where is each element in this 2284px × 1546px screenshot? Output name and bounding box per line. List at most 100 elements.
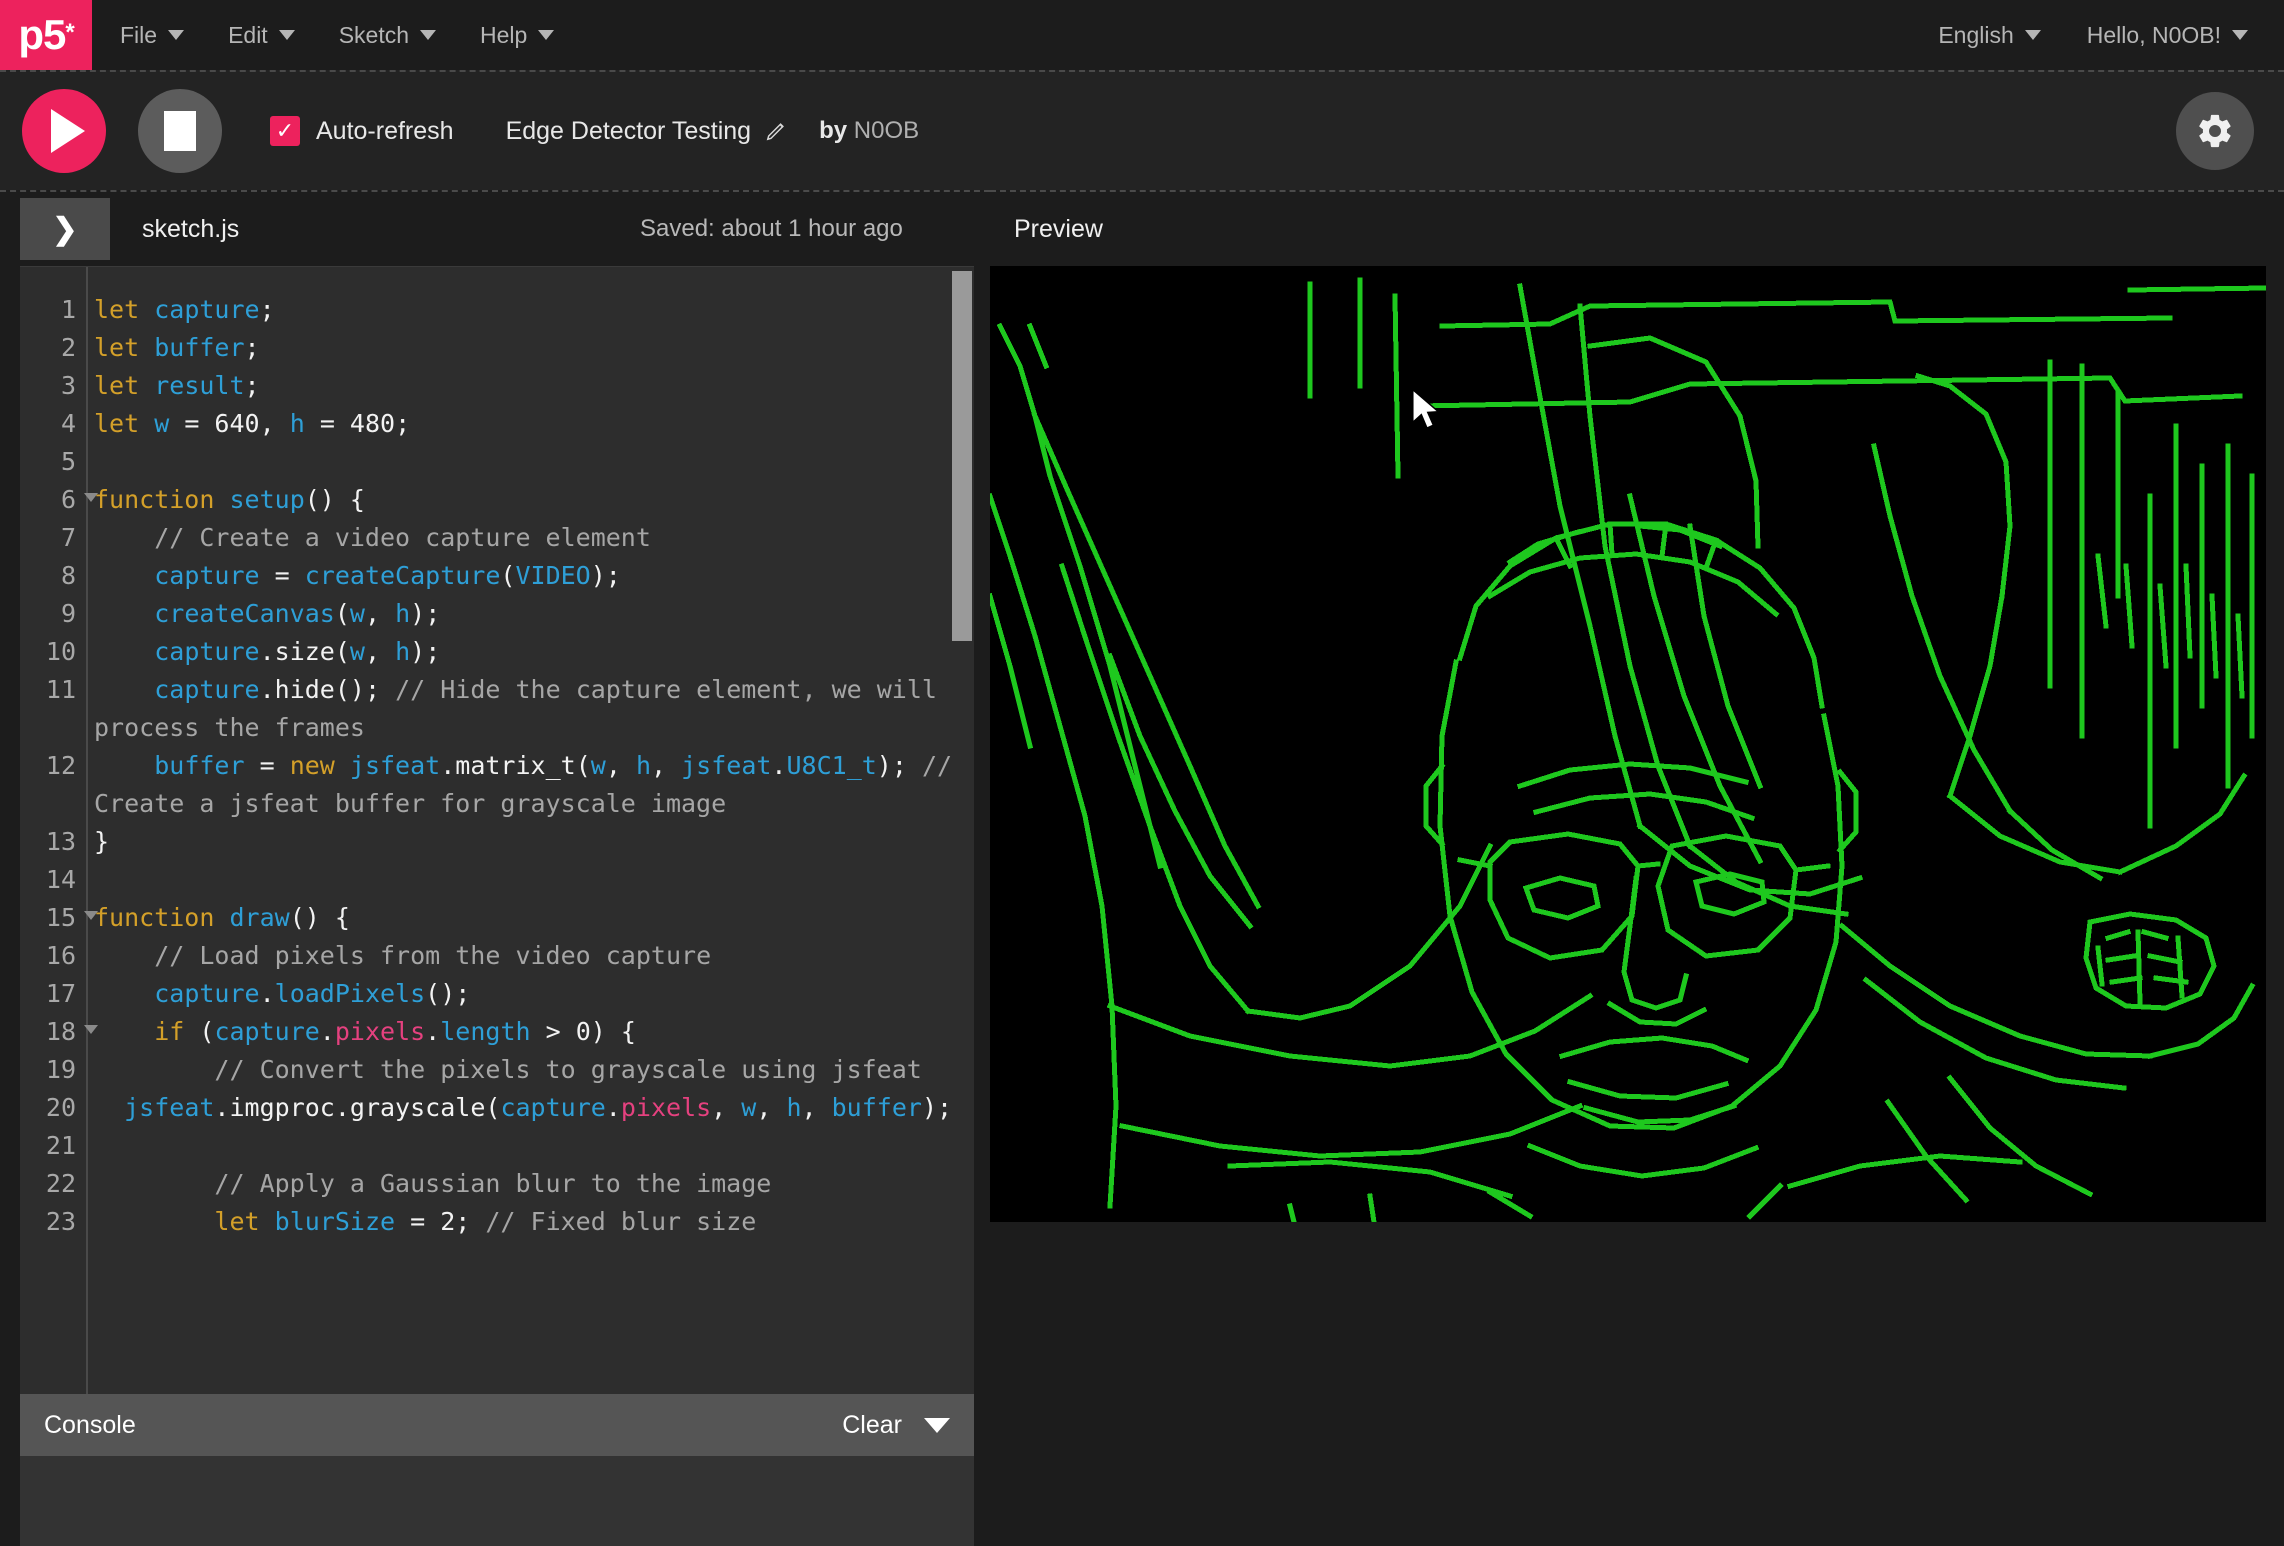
code-line: // Apply a Gaussian blur to the image: [214, 1169, 772, 1198]
code-fold-icon[interactable]: [84, 911, 98, 920]
line-number: 4: [60, 409, 76, 438]
account-label: Hello, N0OB!: [2086, 21, 2221, 48]
editor-scrollbar[interactable]: [952, 269, 972, 1392]
code-line: // Load pixels from the video capture: [154, 941, 712, 970]
save-status: Saved: about 1 hour ago: [640, 215, 903, 242]
chevron-down-icon: [538, 30, 555, 40]
gear-icon: [2199, 114, 2231, 148]
code-line: let result;: [94, 371, 260, 400]
logo-star: *: [65, 19, 74, 46]
nav-item-file[interactable]: File: [120, 21, 185, 49]
code-line: capture = createCapture(VIDEO);: [154, 561, 621, 590]
line-number: 22: [45, 1169, 76, 1198]
line-number: 9: [60, 599, 76, 628]
line-number: 16: [45, 941, 76, 970]
p5-logo[interactable]: p5 *: [0, 0, 92, 70]
code-line: function draw() {: [94, 903, 350, 932]
preview-pane: Preview: [990, 190, 2284, 1546]
chevron-down-icon: [2232, 30, 2248, 40]
code-fold-icon[interactable]: [84, 1025, 98, 1034]
line-number: 23: [45, 1207, 76, 1236]
console-header: Console Clear: [20, 1394, 974, 1456]
line-number: 17: [45, 979, 76, 1008]
nav-item-label: Sketch: [338, 21, 410, 48]
line-number: 21: [45, 1131, 76, 1160]
editor-scrollbar-thumb[interactable]: [952, 271, 972, 641]
code-line: }: [94, 827, 110, 856]
top-navigation-bar: p5 * File Edit Sketch Help English Hello,…: [0, 0, 2284, 70]
account-menu[interactable]: Hello, N0OB!: [2087, 22, 2248, 49]
code-line: let buffer;: [94, 333, 260, 362]
line-number: 18: [20, 1013, 98, 1051]
code-line: let capture;: [94, 295, 275, 324]
settings-button[interactable]: [2176, 92, 2254, 170]
mouse-pointer-icon: [1410, 388, 1444, 434]
auto-refresh-checkbox[interactable]: ✓: [270, 116, 300, 146]
line-number: 12: [45, 751, 76, 780]
nav-menu: File Edit Sketch Help: [92, 0, 555, 70]
nav-right-group: English Hello, N0OB!: [1938, 0, 2284, 70]
console-output: [20, 1456, 974, 1546]
nav-item-label: Help: [480, 21, 528, 48]
code-editor[interactable]: 1 2 3 4 5 6 7 8 9 10 11 12 13 14 15 16 17 18 19 20 21 22 23 le…: [20, 266, 974, 1394]
play-icon: [51, 109, 85, 153]
edit-pencil-icon[interactable]: [765, 120, 787, 142]
code-content[interactable]: let capture; let buffer; let result; let w …: [88, 267, 974, 1394]
line-number: 6: [20, 481, 98, 519]
by-prefix: by: [819, 117, 848, 144]
logo-text: p5: [18, 11, 66, 58]
code-line: capture.loadPixels();: [154, 979, 471, 1008]
code-line: createCanvas(w, h);: [154, 599, 441, 628]
line-number: 1: [60, 295, 76, 324]
line-number: 11: [45, 675, 76, 704]
sketch-author: by N0OB: [819, 117, 919, 145]
nav-item-help[interactable]: Help: [480, 21, 555, 49]
nav-item-label: File: [120, 21, 158, 48]
language-label: English: [1938, 21, 2014, 48]
chevron-down-icon[interactable]: [924, 1417, 950, 1433]
workspace: ❯ sketch.js Saved: about 1 hour ago 1234…: [0, 190, 2284, 1546]
sketch-canvas[interactable]: [990, 266, 2266, 1222]
console-clear-button[interactable]: Clear: [842, 1411, 902, 1440]
edge-detection-output: [990, 266, 2266, 1222]
code-line: function setup() {: [94, 485, 365, 514]
chevron-down-icon: [168, 30, 185, 40]
code-line: capture.hide(); // Hide the capture elem…: [94, 675, 952, 742]
code-line: let w = 640, h = 480;: [94, 409, 411, 438]
active-file-name[interactable]: sketch.js: [142, 215, 239, 244]
nav-item-edit[interactable]: Edit: [228, 22, 295, 49]
code-line: buffer = new jsfeat.matrix_t(w, h, jsfea…: [94, 751, 953, 818]
sidebar-toggle-button[interactable]: ❯: [20, 198, 110, 260]
auto-refresh-toggle[interactable]: ✓ Auto-refresh: [270, 116, 454, 146]
line-number: 3: [60, 371, 76, 400]
sketch-name[interactable]: Edge Detector Testing: [506, 117, 752, 146]
console-actions: Clear: [842, 1411, 950, 1440]
line-number: 13: [45, 827, 76, 856]
line-number: 14: [45, 865, 76, 894]
code-line: jsfeat.imgproc.grayscale(capture.pixels,…: [124, 1093, 953, 1122]
line-number: 8: [60, 561, 76, 590]
auto-refresh-label: Auto-refresh: [316, 116, 454, 145]
code-fold-icon[interactable]: [84, 493, 98, 502]
line-number: 15: [20, 899, 98, 937]
file-bar: ❯ sketch.js Saved: about 1 hour ago: [0, 190, 990, 266]
stop-icon: [164, 111, 196, 151]
chevron-down-icon: [420, 30, 437, 40]
code-line: let blurSize = 2; // Fixed blur size: [214, 1207, 757, 1236]
code-line: if (capture.pixels.length > 0) {: [154, 1017, 636, 1046]
line-number: 2: [60, 333, 76, 362]
nav-item-label: Edit: [228, 21, 268, 48]
code-line: capture.size(w, h);: [154, 637, 441, 666]
sketch-toolbar: ✓ Auto-refresh Edge Detector Testing by …: [0, 70, 2284, 190]
run-sketch-button[interactable]: [22, 89, 106, 173]
chevron-down-icon: [2024, 30, 2041, 40]
language-selector[interactable]: English: [1938, 21, 2041, 49]
console-title: Console: [44, 1410, 136, 1439]
stop-sketch-button[interactable]: [138, 89, 222, 173]
line-number: 20: [45, 1093, 76, 1122]
nav-item-sketch[interactable]: Sketch: [338, 21, 437, 49]
author-name: N0OB: [853, 117, 920, 144]
